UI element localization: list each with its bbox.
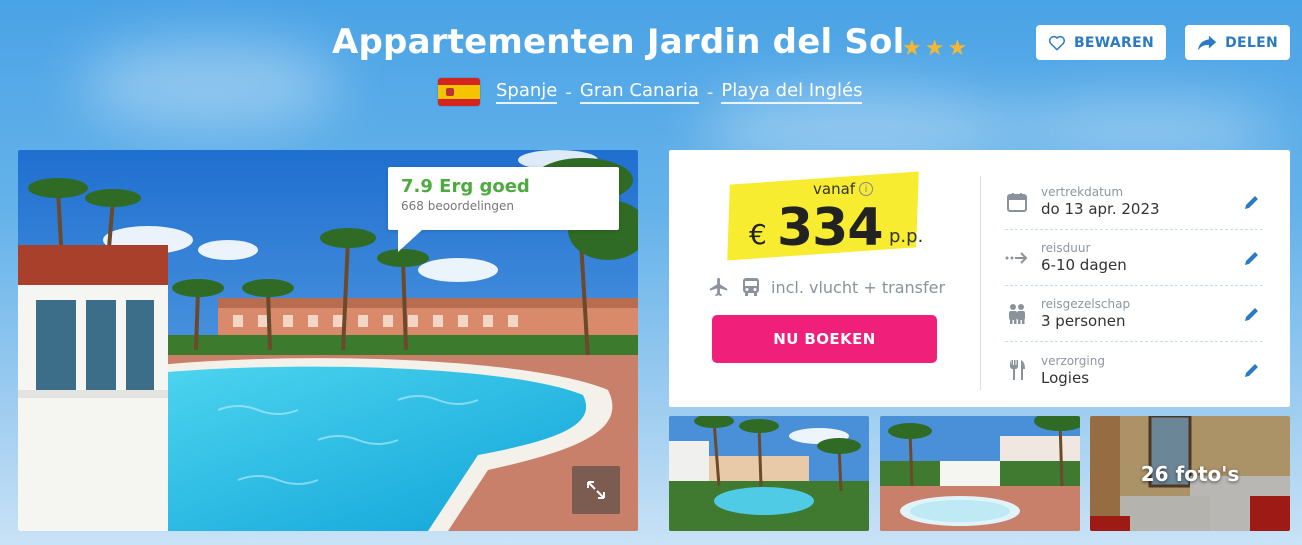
breadcrumb-region-link[interactable]: Gran Canaria	[579, 80, 699, 104]
gallery-thumbnail-more[interactable]: 26 foto's	[1090, 416, 1290, 531]
calendar-icon	[1005, 190, 1029, 214]
breadcrumb-separator: -	[706, 81, 714, 103]
detail-row-duration[interactable]: reisduur 6-10 dagen	[1005, 230, 1263, 286]
spain-flag-icon	[438, 78, 480, 106]
pencil-icon[interactable]	[1241, 191, 1263, 213]
people-icon	[1005, 302, 1029, 326]
bus-icon	[743, 278, 759, 296]
included-services: incl. vlucht + transfer	[707, 276, 945, 298]
gallery-thumbnail[interactable]	[880, 416, 1080, 531]
detail-value: do 13 apr. 2023	[1041, 200, 1160, 218]
per-person-label: p.p.	[889, 226, 924, 247]
expand-icon	[587, 481, 605, 499]
price-from: vanaf i	[813, 180, 874, 198]
included-services-text: incl. vlucht + transfer	[771, 277, 946, 297]
price-amount: 334	[777, 198, 884, 258]
currency-symbol: €	[749, 218, 767, 251]
detail-row-departure[interactable]: vertrekdatum do 13 apr. 2023	[1005, 174, 1263, 230]
detail-label: reisduur	[1041, 241, 1091, 255]
trip-details: vertrekdatum do 13 apr. 2023 reisduur 6-…	[1005, 174, 1263, 398]
arrow-duration-icon	[1005, 246, 1029, 270]
pencil-icon[interactable]	[1241, 359, 1263, 381]
detail-label: reisgezelschap	[1041, 297, 1131, 311]
detail-value: 6-10 dagen	[1041, 256, 1127, 274]
more-photos-label: 26 foto's	[1140, 461, 1240, 486]
heart-icon	[1048, 35, 1065, 50]
breadcrumb-separator: -	[565, 81, 572, 103]
star-icon: ★	[924, 36, 945, 61]
pencil-icon[interactable]	[1241, 247, 1263, 269]
pencil-icon[interactable]	[1241, 303, 1263, 325]
detail-row-board[interactable]: verzorging Logies	[1005, 342, 1263, 398]
cutlery-icon	[1005, 358, 1029, 382]
share-arrow-icon	[1197, 35, 1217, 50]
background-cloud	[80, 40, 340, 130]
star-icon: ★	[902, 36, 922, 61]
star-rating: ★ ★ ★	[902, 36, 967, 62]
breadcrumb-city-link[interactable]: Playa del Inglés	[721, 80, 863, 104]
hotel-title: Appartementen Jardin del Sol	[332, 22, 905, 62]
location-breadcrumb: Spanje - Gran Canaria - Playa del Inglés	[438, 78, 863, 106]
book-now-button[interactable]: NU BOEKEN	[712, 315, 937, 363]
share-label: DELEN	[1225, 34, 1278, 51]
breadcrumb-country-link[interactable]: Spanje	[496, 80, 558, 104]
rating-count: 668 beoordelingen	[401, 199, 515, 213]
price-from-label: vanaf	[813, 180, 856, 198]
plane-icon	[709, 277, 728, 297]
save-label: BEWAREN	[1073, 34, 1154, 51]
detail-value: 3 personen	[1041, 312, 1126, 330]
gallery-thumbnail[interactable]	[669, 416, 869, 531]
price-block: vanaf i € 334 p.p.	[725, 170, 925, 261]
booking-card: vanaf i € 334 p.p. incl. vlucht + transf…	[669, 150, 1290, 407]
info-icon[interactable]: i	[859, 182, 874, 196]
detail-value: Logies	[1041, 368, 1090, 387]
star-icon: ★	[947, 36, 968, 61]
vertical-divider	[980, 176, 981, 390]
detail-label: verzorging	[1041, 353, 1105, 368]
share-button[interactable]: DELEN	[1185, 25, 1290, 60]
rating-score: 7.9 Erg goed	[401, 176, 530, 197]
detail-label: vertrekdatum	[1041, 185, 1124, 199]
detail-row-travel-party[interactable]: reisgezelschap 3 personen	[1005, 286, 1263, 342]
save-button[interactable]: BEWAREN	[1036, 25, 1166, 60]
expand-photo-button[interactable]	[572, 466, 620, 514]
rating-bubble[interactable]: 7.9 Erg goed 668 beoordelingen	[388, 167, 619, 252]
